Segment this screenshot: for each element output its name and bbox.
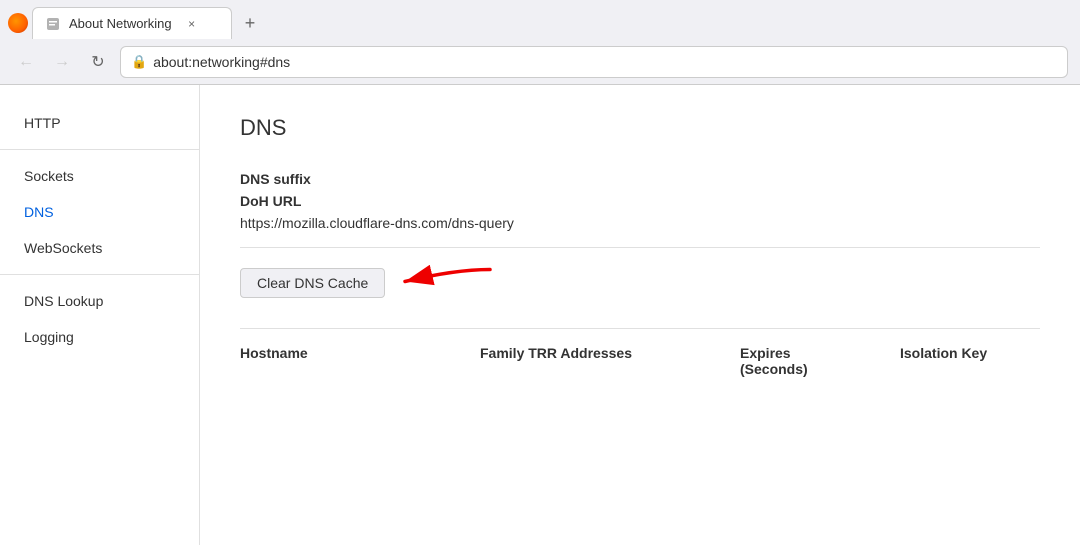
address-bar: ← → ↻ 🔒 about:networking#dns: [0, 40, 1080, 84]
table-headers: Hostname Family TRR Addresses Expires(Se…: [240, 328, 1040, 377]
content-area: DNS DNS suffix DoH URL https://mozilla.c…: [200, 85, 1080, 545]
doh-url-value: https://mozilla.cloudflare-dns.com/dns-q…: [240, 215, 1040, 248]
sidebar-divider: [0, 149, 199, 150]
clear-dns-section: Clear DNS Cache: [240, 268, 385, 298]
new-tab-button[interactable]: +: [236, 9, 264, 37]
clear-dns-cache-button[interactable]: Clear DNS Cache: [240, 268, 385, 298]
red-arrow-annotation: [395, 262, 495, 305]
lock-icon: 🔒: [131, 54, 147, 70]
column-header-expires: Expires(Seconds): [740, 345, 860, 377]
page-title: DNS: [240, 115, 1040, 141]
url-text: about:networking#dns: [153, 54, 1057, 70]
doh-url-label: DoH URL: [240, 193, 1040, 209]
sidebar-item-logging[interactable]: Logging: [0, 319, 199, 355]
active-tab[interactable]: About Networking ×: [32, 7, 232, 39]
browser-chrome: About Networking × + ← → ↻ 🔒 about:netwo…: [0, 0, 1080, 85]
sidebar-item-http[interactable]: HTTP: [0, 105, 199, 141]
column-header-family-trr: Family TRR Addresses: [480, 345, 700, 377]
sidebar-item-dns-lookup[interactable]: DNS Lookup: [0, 283, 199, 319]
back-button[interactable]: ←: [12, 48, 40, 76]
sidebar-item-dns[interactable]: DNS: [0, 194, 199, 230]
address-field[interactable]: 🔒 about:networking#dns: [120, 46, 1068, 78]
tab-close-button[interactable]: ×: [184, 16, 200, 32]
main-content: HTTP Sockets DNS WebSockets DNS Lookup L…: [0, 85, 1080, 545]
firefox-logo-icon: [8, 13, 28, 33]
page-icon: [45, 16, 61, 32]
sidebar-item-websockets[interactable]: WebSockets: [0, 230, 199, 266]
tab-title: About Networking: [69, 16, 172, 31]
reload-button[interactable]: ↻: [84, 48, 112, 76]
tab-bar: About Networking × +: [0, 0, 1080, 40]
column-header-hostname: Hostname: [240, 345, 440, 377]
column-header-isolation-key: Isolation Key: [900, 345, 1020, 377]
sidebar-divider-2: [0, 274, 199, 275]
dns-suffix-label: DNS suffix: [240, 171, 1040, 187]
forward-button[interactable]: →: [48, 48, 76, 76]
sidebar: HTTP Sockets DNS WebSockets DNS Lookup L…: [0, 85, 200, 545]
sidebar-item-sockets[interactable]: Sockets: [0, 158, 199, 194]
